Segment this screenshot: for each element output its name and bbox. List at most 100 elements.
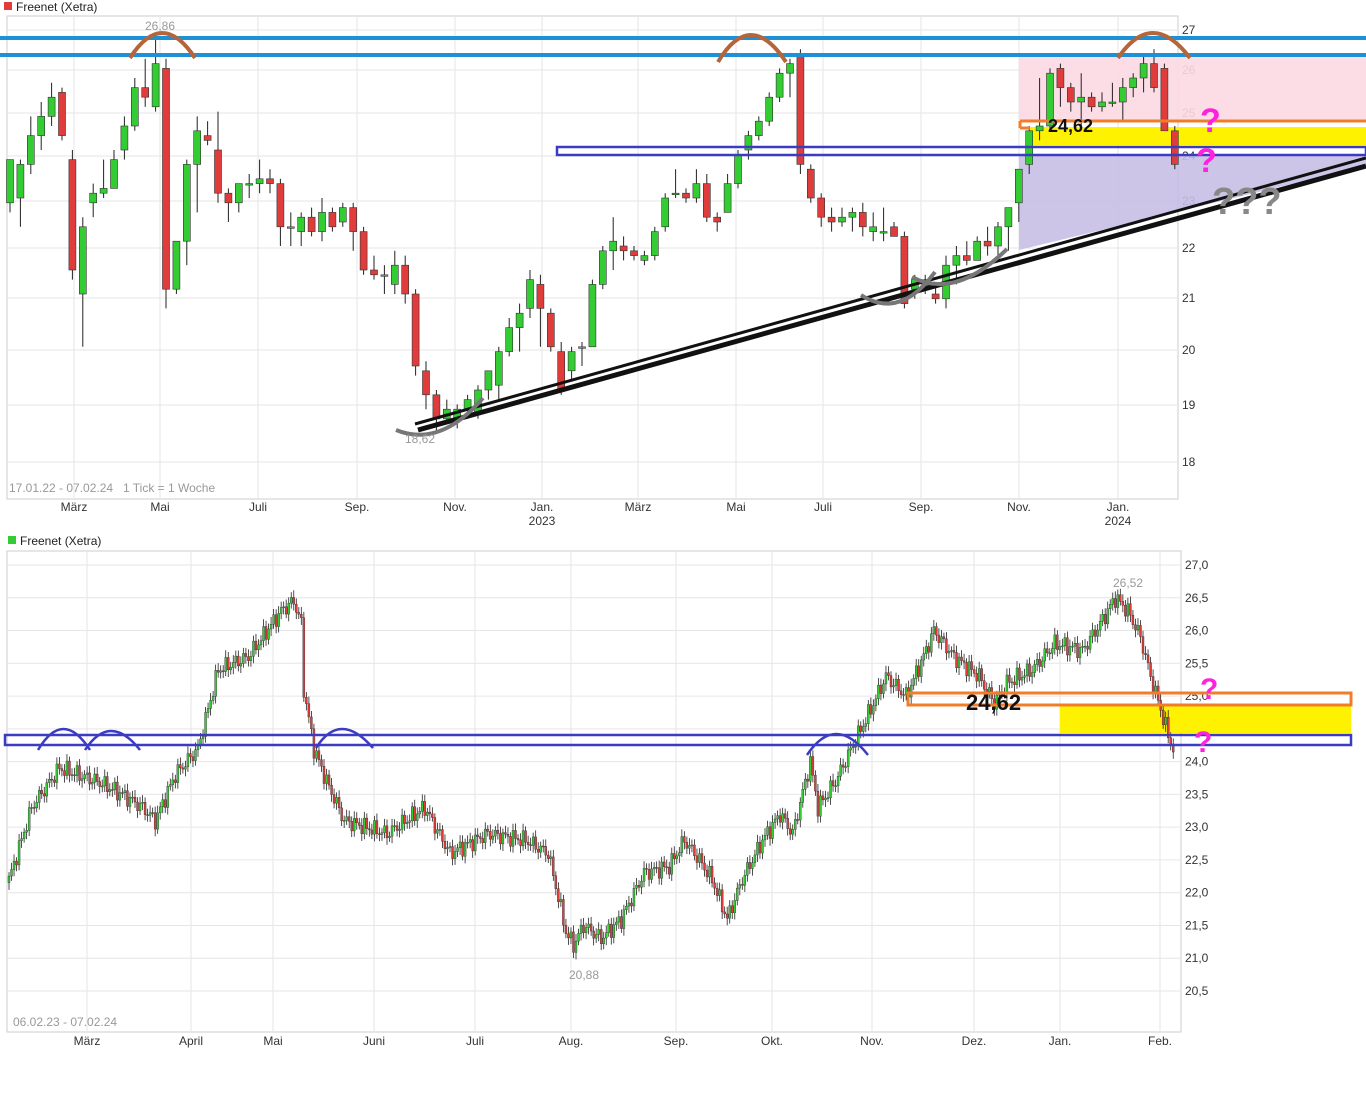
candle-body (320, 759, 323, 767)
daily-x-tick: Sep. (664, 1034, 689, 1048)
weekly-candle (598, 246, 607, 290)
candle-body (1086, 645, 1089, 650)
candle-body (811, 756, 815, 776)
candle-body (411, 806, 414, 822)
candle-body (161, 799, 164, 808)
candle-body (882, 683, 885, 694)
candle-body (899, 690, 903, 695)
candle-body (47, 96, 56, 117)
candle-body (229, 667, 232, 671)
candle-body (121, 792, 124, 794)
candle-body (423, 801, 426, 816)
candle-body (632, 888, 636, 907)
candle-body (524, 830, 527, 843)
candle-body (143, 802, 147, 815)
candle-body (786, 63, 794, 74)
candle-body (245, 183, 253, 186)
candle-body (539, 845, 542, 853)
candle-body (1038, 659, 1041, 667)
candle-body (702, 183, 711, 218)
candle-body (398, 828, 401, 831)
candle-body (726, 913, 729, 919)
candle-body (578, 346, 586, 349)
candle-body (58, 92, 66, 136)
candle-body (68, 760, 71, 776)
candle-body (975, 673, 978, 682)
weekly-plot-area (6, 15, 1179, 500)
weekly-x-tick: Mai (150, 500, 169, 514)
daily-y-tick: 22,5 (1185, 853, 1209, 867)
candle-body (496, 830, 500, 834)
candle-body (484, 370, 493, 391)
candle-body (1109, 604, 1112, 609)
candle-body (79, 226, 87, 295)
candle-body (569, 931, 573, 939)
candle-body (254, 640, 258, 651)
candle-body (349, 207, 358, 232)
candle-body (131, 87, 139, 127)
daily-y-tick: 23,5 (1185, 787, 1209, 801)
daily-candle (302, 611, 306, 702)
candle-body (665, 866, 668, 869)
candle-body (746, 862, 749, 876)
candle-body (353, 818, 356, 832)
candle-body (768, 826, 772, 839)
candle-body (1014, 168, 1023, 204)
candle-body (1146, 654, 1150, 663)
candle-body (814, 775, 817, 792)
weekly-high-label: 26,86 (145, 19, 175, 33)
candle-body (55, 763, 59, 783)
candle-body (1154, 685, 1157, 693)
candle-body (1111, 598, 1114, 605)
candle-body (592, 930, 595, 939)
candle-body (838, 216, 846, 223)
candle-body (15, 860, 18, 866)
daily-chart: 20,521,021,522,022,523,023,524,024,525,0… (3, 534, 1353, 1048)
candle-body (637, 884, 641, 888)
candle-body (884, 672, 888, 685)
candle-body (1150, 63, 1158, 88)
candle-body (817, 197, 826, 218)
candle-body (12, 860, 16, 870)
weekly-x-tick: Sep. (345, 500, 370, 514)
candle-body (186, 753, 190, 767)
candle-body (1144, 653, 1147, 655)
candle-body (1083, 645, 1087, 648)
candle-body (214, 149, 222, 194)
candle-body (511, 830, 515, 847)
candle-body (65, 760, 69, 776)
weekly-candle (411, 289, 420, 376)
daily-y-tick: 23,0 (1185, 820, 1209, 834)
candle-body (239, 663, 243, 667)
weekly-title: Freenet (Xetra) (16, 0, 97, 14)
candle-body (499, 833, 502, 845)
weekly-x-tick: Juli (249, 500, 267, 514)
candle-body (219, 670, 222, 673)
candle-body (158, 806, 162, 814)
candle-body (763, 835, 767, 841)
candle-body (879, 684, 883, 694)
candle-body (1169, 737, 1172, 745)
daily-x-tick: Aug. (559, 1034, 584, 1048)
candle-body (542, 845, 545, 848)
candle-body (589, 923, 593, 932)
candle-body (1004, 207, 1013, 228)
daily-x-tick: Jan. (1049, 1034, 1072, 1048)
candle-body (486, 828, 489, 832)
candle-body (1043, 648, 1046, 662)
candle-body (602, 937, 605, 944)
candle-body (663, 861, 666, 868)
candle-body (942, 636, 946, 640)
candle-body (557, 888, 560, 902)
candle-body (332, 794, 336, 804)
candle-body (775, 72, 784, 98)
candle-body (20, 838, 23, 841)
candle-body (131, 796, 134, 799)
candle-body (718, 889, 721, 896)
candle-body (443, 841, 447, 850)
weekly-candle (58, 87, 66, 141)
candle-body (720, 889, 724, 913)
candle-body (715, 887, 719, 896)
weekly-x-tick: Nov. (443, 500, 467, 514)
weekly-y-tick: 22 (1182, 241, 1196, 255)
